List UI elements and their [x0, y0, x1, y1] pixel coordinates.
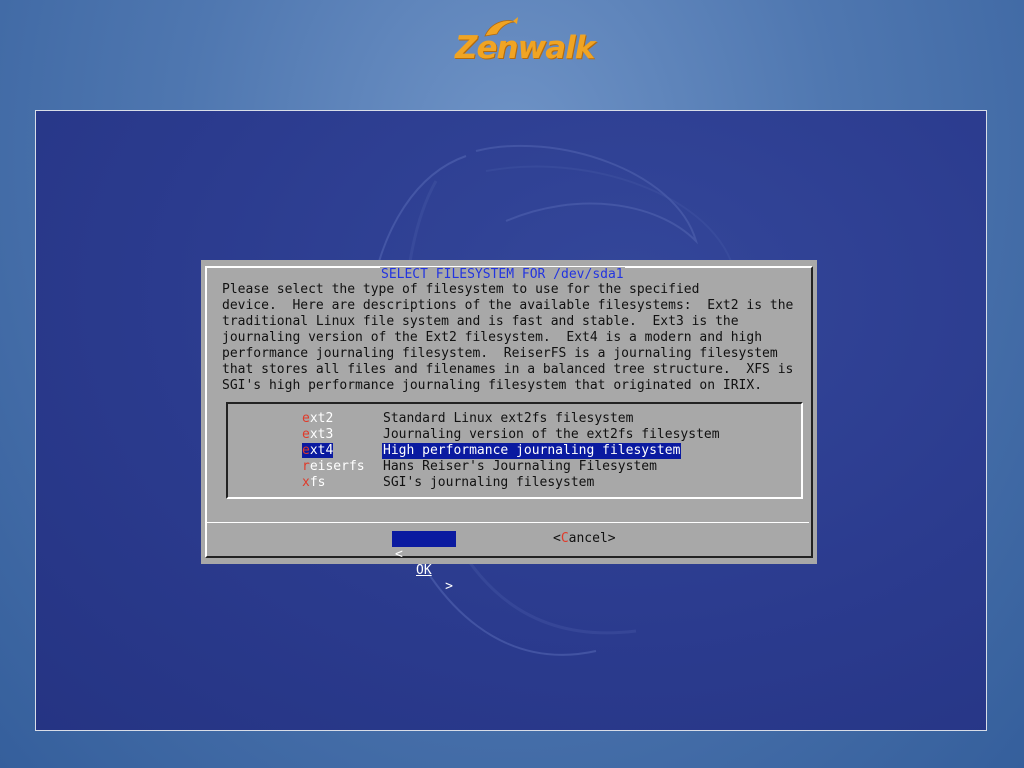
ok-label: OK [416, 563, 432, 578]
menu-item-tag-rest: fs [309, 475, 326, 490]
menu-item-tag: reiserfs [302, 459, 382, 475]
dialog-frame: SELECT FILESYSTEM FOR /dev/sda1 Please s… [205, 266, 813, 558]
cancel-right-bracket: > [607, 531, 616, 546]
menu-item-tag-rest: xt2 [309, 411, 334, 426]
filesystem-dialog: SELECT FILESYSTEM FOR /dev/sda1 Please s… [201, 260, 817, 594]
description-line: Please select the type of filesystem to … [222, 282, 700, 297]
dialog-title: SELECT FILESYSTEM FOR /dev/sda1 [380, 267, 625, 283]
menu-item-ext2[interactable]: ext2 Standard Linux ext2fs filesystem [302, 411, 633, 427]
menu-item-tag: xfs [302, 475, 382, 491]
menu-item-description: High performance journaling filesystem [382, 443, 682, 459]
logo-wordmark: Zenwalk [455, 30, 595, 66]
description-line: SGI's high performance journaling filesy… [222, 378, 763, 393]
menu-item-tag: ext3 [302, 427, 382, 443]
menu-item-description: Standard Linux ext2fs filesystem [383, 411, 634, 426]
menu-item-description: Journaling version of the ext2fs filesys… [383, 427, 720, 442]
menu-item-description: SGI's journaling filesystem [383, 475, 595, 490]
filesystem-menu: ext2 Standard Linux ext2fs filesystem ex… [226, 402, 803, 499]
ok-right-bracket: > [445, 579, 453, 594]
installer-screen: SELECT FILESYSTEM FOR /dev/sda1 Please s… [35, 110, 987, 731]
menu-item-reiserfs[interactable]: reiserfs Hans Reiser's Journaling Filesy… [302, 459, 657, 475]
description-line: traditional Linux file system and is fas… [222, 314, 739, 329]
zenwalk-logo: Zenwalk [455, 16, 595, 68]
button-separator [205, 522, 809, 523]
menu-item-hotkey: r [302, 459, 310, 474]
dialog-description: Please select the type of filesystem to … [222, 282, 793, 394]
menu-item-ext4[interactable]: ext4 High performance journaling filesys… [302, 443, 682, 459]
menu-item-ext3[interactable]: ext3 Journaling version of the ext2fs fi… [302, 427, 720, 443]
menu-item-hotkey: e [302, 411, 310, 426]
menu-item-hotkey: x [302, 475, 310, 490]
ok-left-bracket: < [395, 547, 403, 562]
menu-item-tag-rest: eiserfs [309, 459, 365, 474]
cancel-hotkey: C [560, 531, 569, 546]
cancel-left-bracket: < [553, 531, 561, 546]
menu-item-tag: ext2 [302, 411, 382, 427]
menu-item-tag-rest: xt3 [309, 427, 334, 442]
menu-item-hotkey: e [302, 443, 310, 458]
description-line: performance journaling filesystem. Reise… [222, 346, 778, 361]
menu-item-tag: ext4 [302, 443, 382, 459]
cancel-label-rest: ancel [568, 531, 608, 546]
description-line: that stores all files and filenames in a… [222, 362, 794, 377]
cancel-button[interactable]: <Cancel> [553, 531, 616, 547]
menu-item-description: Hans Reiser's Journaling Filesystem [383, 459, 657, 474]
menu-item-xfs[interactable]: xfs SGI's journaling filesystem [302, 475, 594, 491]
description-line: journaling version of the Ext2 filesyste… [222, 330, 763, 345]
menu-item-hotkey: e [302, 427, 310, 442]
description-line: device. Here are descriptions of the ava… [222, 298, 794, 313]
ok-button[interactable]: < OK > [392, 531, 456, 594]
menu-item-tag-rest: xt4 [309, 443, 334, 458]
